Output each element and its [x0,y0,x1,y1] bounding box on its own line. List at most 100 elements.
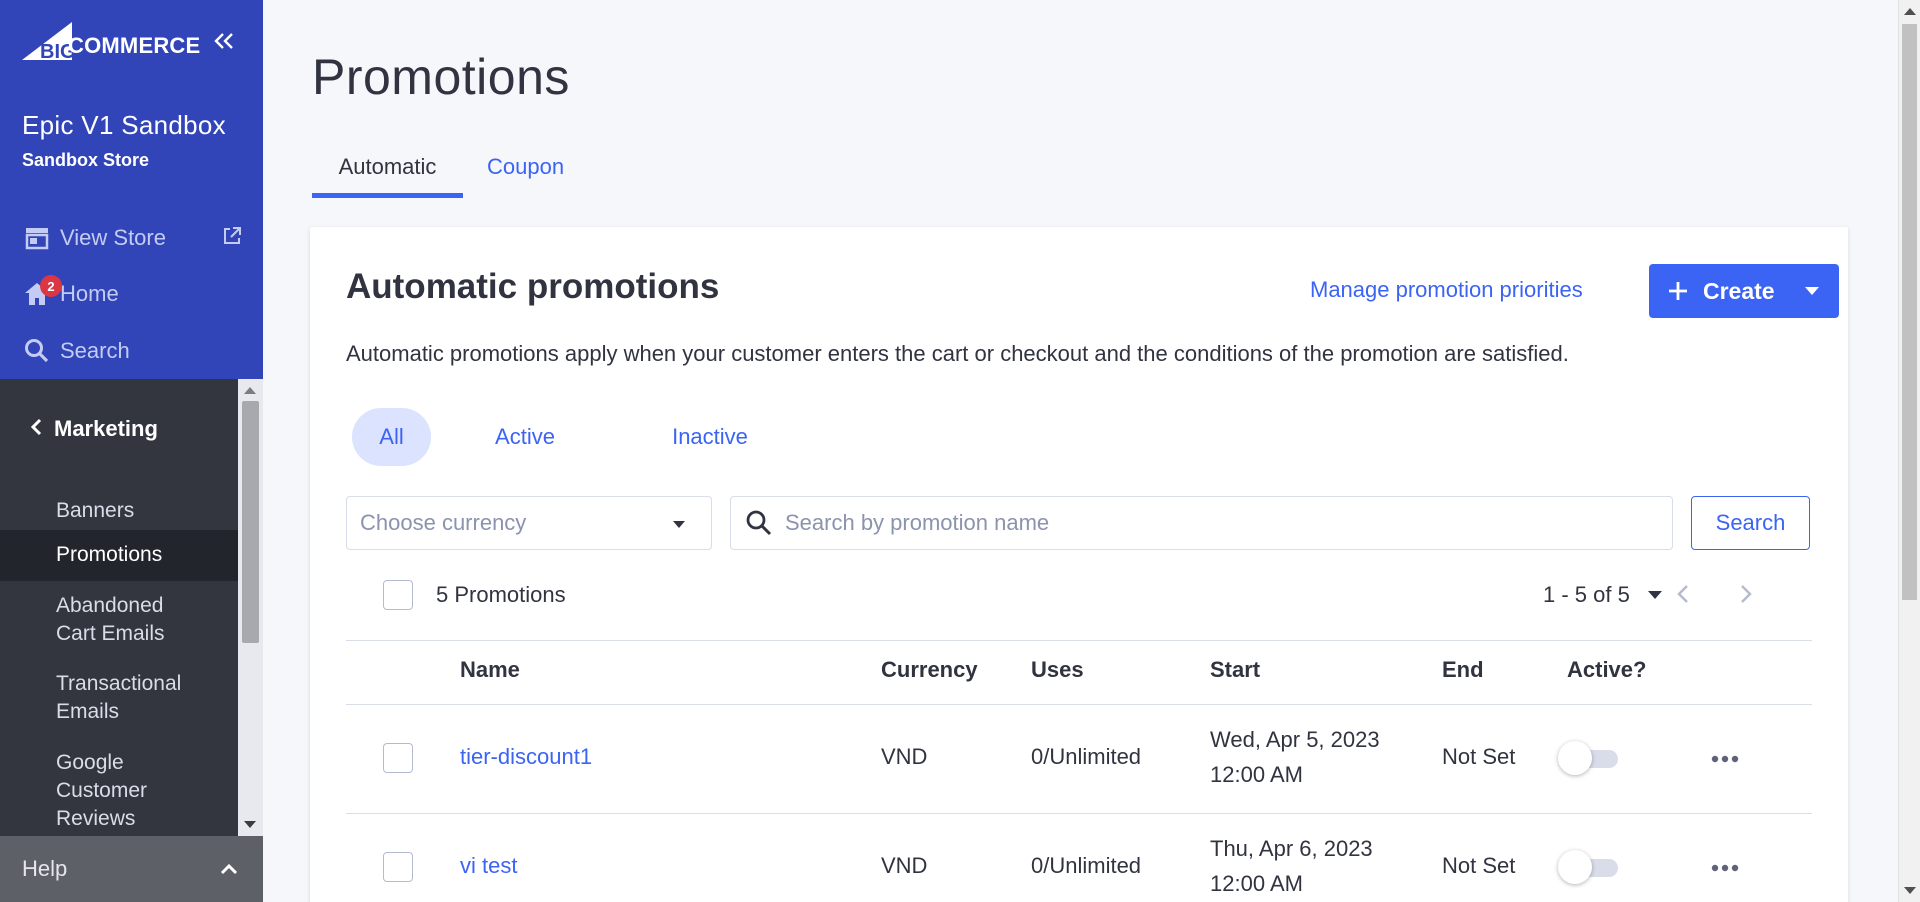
chevron-right-icon [1741,585,1752,603]
create-label: Create [1703,277,1775,304]
bigcommerce-logo[interactable]: BIG COMMERCE [22,22,200,62]
select-all-checkbox[interactable] [383,580,413,610]
view-store-label: View Store [60,225,166,250]
column-header-active: Active? [1567,657,1647,682]
home-label: Home [60,281,119,306]
caret-down-icon[interactable] [1805,287,1819,295]
chevron-up-icon [219,856,239,882]
search-label: Search [60,338,130,363]
panel-title: Automatic promotions [346,267,720,306]
collapse-sidebar-button[interactable] [210,30,238,58]
help-toggle[interactable]: Help [0,836,263,902]
divider [346,640,1812,641]
promotion-count: 5 Promotions [436,582,566,607]
sidebar-item-promotions[interactable]: Promotions [0,530,238,581]
back-to-marketing-link[interactable]: Marketing [30,416,158,442]
toggle-knob [1558,741,1592,775]
search-link[interactable]: Search [22,335,130,367]
external-link-icon [222,226,242,252]
view-store-link[interactable]: View Store [22,222,242,254]
sidebar-scroll-thumb[interactable] [242,401,259,643]
caret-down-icon [673,521,685,528]
filter-inactive[interactable]: Inactive [655,408,765,466]
search-button[interactable]: Search [1691,496,1810,550]
start-time: 12:00 AM [1210,762,1303,787]
end-cell: Not Set [1442,744,1516,769]
pagination-dropdown[interactable]: 1 - 5 of 5 [1543,582,1662,608]
uses-cell: 0/Unlimited [1031,853,1142,878]
section-title: Marketing [54,416,158,441]
sidebar-item-google-customer-reviews[interactable]: Google Customer Reviews [0,749,180,833]
caret-down-icon [1647,591,1662,599]
store-name: Epic V1 Sandbox [22,110,226,140]
page-title: Promotions [312,49,570,105]
currency-placeholder: Choose currency [360,510,527,535]
create-button[interactable]: Create [1649,264,1839,318]
end-cell: Not Set [1442,853,1516,878]
sidebar: BIG COMMERCE Epic V1 Sandbox Sandbox Sto… [0,0,263,902]
automatic-promotions-panel: Automatic promotions Manage promotion pr… [310,227,1848,902]
column-header-end[interactable]: End [1442,657,1484,683]
scroll-down-arrow-icon[interactable] [1904,887,1916,894]
promotion-search-input[interactable] [785,510,1645,536]
column-header-uses[interactable]: Uses [1031,657,1084,683]
column-header-name[interactable]: Name [460,657,520,683]
plus-icon [1667,280,1689,302]
more-actions-button[interactable] [1705,744,1745,774]
start-cell: Wed, Apr 5, 2023 12:00 AM [1210,722,1380,792]
sidebar-item-transactional-emails[interactable]: Transactional Emails [0,670,196,726]
filter-active[interactable]: Active [475,408,575,466]
start-cell: Thu, Apr 6, 2023 12:00 AM [1210,831,1373,901]
double-chevron-left-icon [214,33,233,49]
row-checkbox[interactable] [383,743,413,773]
promotion-name-link[interactable]: vi test [460,853,517,879]
chevron-left-icon [30,416,42,442]
sidebar-header: BIG COMMERCE Epic V1 Sandbox Sandbox Sto… [0,0,263,379]
page-scrollbar[interactable] [1898,0,1920,902]
uses-cell: 0/Unlimited [1031,744,1142,769]
currency-cell: VND [881,853,928,878]
panel-description: Automatic promotions apply when your cus… [346,341,1569,366]
sidebar-scrollbar[interactable] [238,379,263,836]
manage-promotion-priorities-link[interactable]: Manage promotion priorities [1310,277,1583,303]
currency-cell: VND [881,744,928,769]
storefront-icon [22,223,52,253]
scroll-down-arrow-icon[interactable] [244,821,256,828]
active-toggle[interactable] [1558,741,1624,775]
search-icon [22,336,52,366]
page-scroll-thumb[interactable] [1902,24,1917,600]
scroll-up-arrow-icon[interactable] [1904,8,1916,15]
row-checkbox[interactable] [383,852,413,882]
ellipsis-icon [1711,864,1739,872]
notification-badge: 2 [40,275,62,297]
column-header-currency[interactable]: Currency [881,657,978,683]
tab-automatic[interactable]: Automatic [312,154,463,198]
divider [346,813,1812,814]
toggle-knob [1558,850,1592,884]
pagination-range: 1 - 5 of 5 [1543,582,1630,607]
start-date: Thu, Apr 6, 2023 [1210,836,1373,861]
sidebar-item-abandoned-cart-emails[interactable]: Abandoned Cart Emails [0,592,196,648]
home-icon: 2 [22,275,62,309]
previous-page-button[interactable] [1676,581,1690,612]
scroll-up-arrow-icon[interactable] [244,387,256,394]
ellipsis-icon [1711,755,1739,763]
start-date: Wed, Apr 5, 2023 [1210,727,1380,752]
more-actions-button[interactable] [1705,853,1745,883]
chevron-left-icon [1677,585,1688,603]
promotion-search-field[interactable] [730,496,1673,550]
column-header-start[interactable]: Start [1210,657,1260,683]
divider [346,704,1812,705]
sidebar-item-banners[interactable]: Banners [0,491,238,531]
logo-text: COMMERCE [68,33,201,58]
home-link[interactable]: 2 Home [22,275,119,310]
main-content: Promotions Automatic Coupon Automatic pr… [263,0,1898,902]
store-type: Sandbox Store [22,150,150,170]
tab-coupon[interactable]: Coupon [487,154,564,180]
active-toggle[interactable] [1558,850,1624,884]
currency-select[interactable]: Choose currency [346,496,712,550]
filter-all[interactable]: All [352,408,431,466]
help-label: Help [22,856,68,881]
promotion-name-link[interactable]: tier-discount1 [460,744,592,770]
next-page-button[interactable] [1739,581,1753,612]
